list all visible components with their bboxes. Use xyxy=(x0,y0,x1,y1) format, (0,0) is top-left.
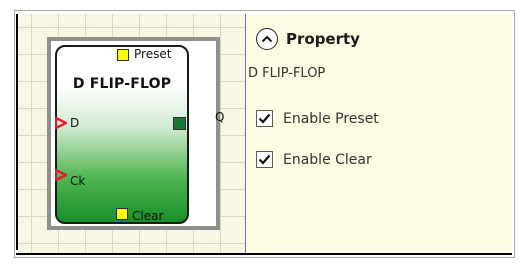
ck-pin-label: Ck xyxy=(70,174,86,188)
diagram-canvas[interactable]: Preset D FLIP-FLOP D Ck Clear Q xyxy=(18,14,246,253)
q-output-pin[interactable] xyxy=(173,117,186,130)
enable-clear-checkbox[interactable] xyxy=(256,151,273,168)
preset-pin[interactable] xyxy=(117,49,129,61)
checkmark-icon xyxy=(258,113,271,124)
flip-flop-block[interactable]: Preset D FLIP-FLOP D Ck Clear xyxy=(55,45,189,224)
property-subtitle: D FLIP-FLOP xyxy=(248,66,326,81)
property-header: Property xyxy=(256,28,360,50)
checkmark-icon xyxy=(258,154,271,165)
ck-input-arrow-icon[interactable] xyxy=(55,169,67,181)
clear-pin[interactable] xyxy=(116,208,128,220)
collapse-button[interactable] xyxy=(256,28,278,50)
enable-preset-label[interactable]: Enable Preset xyxy=(283,111,379,127)
clear-pin-label: Clear xyxy=(132,209,164,223)
enable-clear-option[interactable]: Enable Clear xyxy=(256,151,372,168)
chevron-up-icon xyxy=(261,35,273,43)
property-title: Property xyxy=(286,30,360,48)
block-title: D FLIP-FLOP xyxy=(72,76,172,92)
enable-preset-checkbox[interactable] xyxy=(256,110,273,127)
property-panel: Property D FLIP-FLOP Enable Preset Enabl… xyxy=(246,14,512,253)
q-pin-label: Q xyxy=(215,110,225,124)
d-pin-label: D xyxy=(70,116,80,130)
enable-preset-option[interactable]: Enable Preset xyxy=(256,110,379,127)
d-input-arrow-icon[interactable] xyxy=(55,117,67,129)
flip-flop-block-selection[interactable]: Preset D FLIP-FLOP D Ck Clear xyxy=(47,37,220,230)
preset-pin-label: Preset xyxy=(134,47,172,61)
bottom-border-line xyxy=(16,253,512,255)
enable-clear-label[interactable]: Enable Clear xyxy=(283,152,372,168)
